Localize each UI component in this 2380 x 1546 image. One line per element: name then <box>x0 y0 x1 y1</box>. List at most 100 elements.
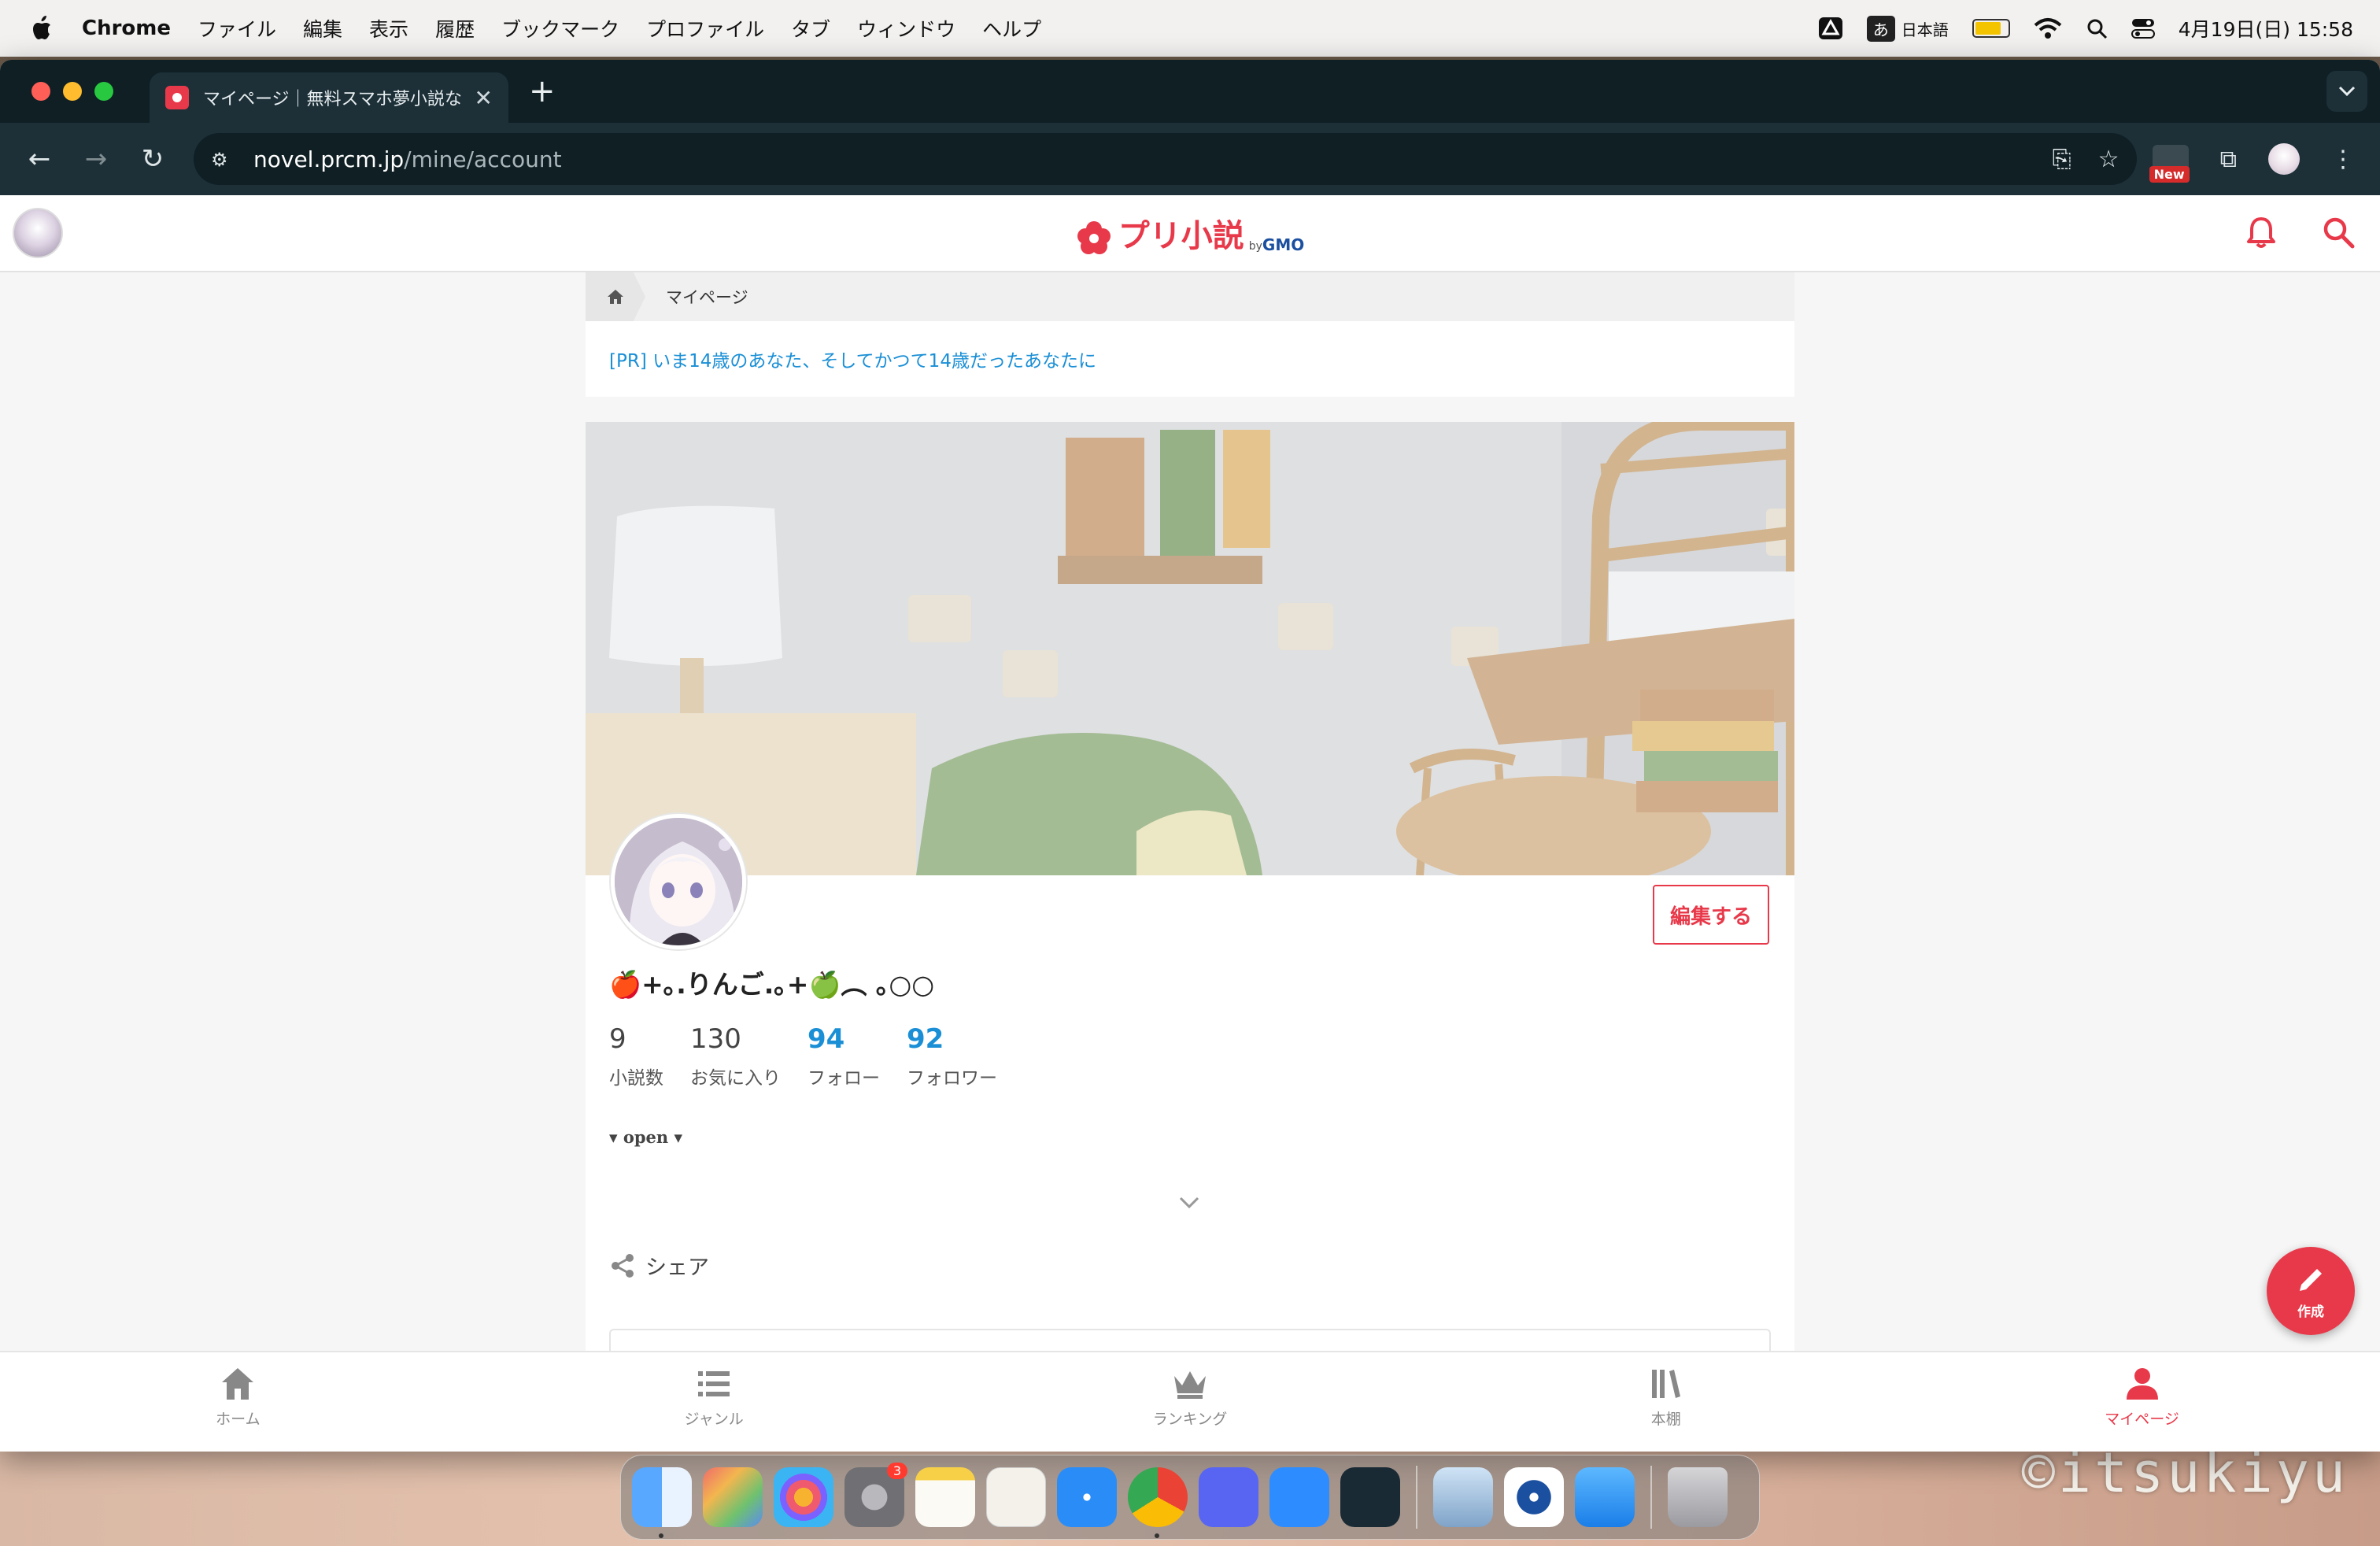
apple-menu-icon[interactable] <box>27 13 58 44</box>
ime-mode-badge: あ <box>1866 15 1895 42</box>
pencil-icon <box>2300 1268 2322 1291</box>
safari-icon[interactable] <box>1057 1467 1117 1527</box>
back-button[interactable]: ← <box>17 143 61 175</box>
share-label: シェア <box>645 1256 709 1280</box>
finder-icon[interactable] <box>632 1467 692 1538</box>
extension-new-icon[interactable]: New <box>2149 145 2190 183</box>
mail-icon[interactable] <box>1575 1467 1635 1527</box>
menu-tab[interactable]: タブ <box>791 14 830 43</box>
battery-icon[interactable] <box>1972 19 2010 38</box>
filmora-icon[interactable] <box>1340 1467 1400 1527</box>
install-app-icon[interactable]: ⎘ <box>2053 146 2071 173</box>
notification-bell-icon[interactable] <box>2243 214 2279 250</box>
address-bar[interactable]: ⚙ novel.prcm.jp/mine/account ⎘ ☆ <box>194 133 2137 185</box>
menu-help[interactable]: ヘルプ <box>982 14 1041 43</box>
macos-dock: 3 <box>620 1455 1760 1540</box>
nav-bookshelf[interactable]: 本棚 <box>1428 1352 1904 1452</box>
pr-link[interactable]: [PR] いま14歳のあなた、そしてかつて14歳だったあなたに <box>609 346 1096 372</box>
list-icon <box>698 1371 730 1396</box>
stat-following[interactable]: 94 フォロー <box>808 1023 880 1089</box>
discord-icon[interactable] <box>1199 1467 1258 1527</box>
bookshelf-icon <box>1651 1370 1680 1398</box>
breadcrumb-current: マイページ <box>666 288 748 307</box>
spotlight-search-icon[interactable] <box>2086 17 2108 39</box>
new-badge-label: New <box>2149 166 2190 183</box>
nav-mypage[interactable]: マイページ <box>1904 1352 2380 1452</box>
nav-genre[interactable]: ジャンル <box>476 1352 952 1452</box>
site-info-icon[interactable]: ⚙ <box>211 149 235 171</box>
profile-stats: 9 小説数 130 お気に入り 94 フォロー 92 フォロワー <box>609 1023 997 1089</box>
reload-button[interactable]: ↻ <box>131 143 175 175</box>
stat-followers[interactable]: 92 フォロワー <box>907 1023 997 1089</box>
browser-menu-icon[interactable]: ⋮ <box>2331 146 2355 173</box>
app-icon[interactable] <box>1504 1467 1564 1527</box>
preview-icon[interactable] <box>1433 1467 1493 1527</box>
expand-chevron-icon[interactable] <box>1177 1190 1201 1214</box>
nav-home[interactable]: ホーム <box>0 1352 476 1452</box>
browser-toolbar: ← → ↻ ⚙ novel.prcm.jp/mine/account ⎘ ☆ N… <box>0 123 2380 195</box>
tab-mypage[interactable]: マイページ｜無料スマホ夢小説な ✕ <box>150 72 508 123</box>
stat-following-label: フォロー <box>808 1068 880 1089</box>
forward-button[interactable]: → <box>74 143 118 175</box>
caret-down-icon: ▾ <box>609 1127 618 1147</box>
stat-novels-label: 小説数 <box>609 1068 663 1089</box>
search-icon[interactable] <box>2320 214 2356 250</box>
input-method-indicator[interactable]: あ 日本語 <box>1866 15 1949 42</box>
zoom-window-button[interactable] <box>94 82 113 101</box>
anime-avatar-illustration <box>615 818 742 945</box>
menu-edit[interactable]: 編集 <box>303 14 342 43</box>
url-host: novel.prcm.jp <box>253 146 405 172</box>
chrome-icon[interactable] <box>1128 1467 1188 1538</box>
header-avatar[interactable] <box>13 208 63 258</box>
home-icon <box>222 1368 254 1400</box>
extensions-puzzle-icon[interactable]: ⧉ <box>2220 146 2237 173</box>
share-button[interactable]: シェア <box>609 1250 709 1281</box>
breadcrumb-home[interactable] <box>586 272 645 321</box>
stat-favorites-count: 130 <box>690 1023 741 1055</box>
zoom-icon[interactable] <box>1269 1467 1329 1527</box>
ime-label: 日本語 <box>1901 20 1949 39</box>
photos-icon[interactable] <box>774 1467 833 1527</box>
profile-avatar[interactable] <box>611 814 746 949</box>
url-path: /mine/account <box>404 146 562 172</box>
tab-search-button[interactable] <box>2326 71 2367 112</box>
menubar-clock[interactable]: 4月19日(日) 15:58 <box>2179 14 2353 43</box>
wifi-icon[interactable] <box>2034 17 2062 39</box>
tab-title: マイページ｜無料スマホ夢小説な <box>203 90 462 109</box>
create-fab-button[interactable]: 作成 <box>2267 1247 2355 1335</box>
stat-favorites-label: お気に入り <box>690 1068 781 1089</box>
menu-view[interactable]: 表示 <box>369 14 408 43</box>
room-illustration <box>586 422 1794 875</box>
menu-history[interactable]: 履歴 <box>435 14 475 43</box>
minimize-window-button[interactable] <box>63 82 82 101</box>
menu-window[interactable]: ウィンドウ <box>857 14 955 43</box>
dock-separator <box>1650 1466 1652 1529</box>
window-controls <box>31 82 113 101</box>
menubar-status-area: あ 日本語 4月19日(日) 15:58 <box>1818 14 2353 43</box>
system-settings-icon[interactable]: 3 <box>844 1463 907 1527</box>
bio-open-toggle[interactable]: ▾ open ▾ <box>609 1127 682 1147</box>
trash-icon[interactable] <box>1668 1467 1728 1527</box>
browser-profile-avatar[interactable] <box>2268 143 2300 175</box>
open-toggle-label: open <box>623 1127 669 1147</box>
stat-novels[interactable]: 9 小説数 <box>609 1023 663 1089</box>
bookmark-star-icon[interactable]: ☆ <box>2098 146 2119 173</box>
browser-window: マイページ｜無料スマホ夢小説な ✕ + ← → ↻ ⚙ novel.prcm.j… <box>0 60 2380 1452</box>
prcm-logo[interactable]: プリ小説 by GMO <box>1076 210 1304 256</box>
drive-icon[interactable] <box>1818 17 1843 40</box>
control-center-icon[interactable] <box>2131 17 2155 39</box>
nav-ranking-label: ランキング <box>1152 1411 1228 1428</box>
stat-favorites[interactable]: 130 お気に入り <box>690 1023 781 1089</box>
close-window-button[interactable] <box>31 82 50 101</box>
menu-profiles[interactable]: プロファイル <box>646 14 764 43</box>
nav-ranking[interactable]: ランキング <box>952 1352 1428 1452</box>
launchpad-icon[interactable] <box>703 1467 763 1527</box>
new-tab-button[interactable]: + <box>529 76 556 107</box>
notes-icon[interactable] <box>915 1467 975 1527</box>
textedit-icon[interactable] <box>986 1467 1046 1527</box>
menu-bookmarks[interactable]: ブックマーク <box>501 14 619 43</box>
edit-profile-button[interactable]: 編集する <box>1653 885 1769 945</box>
menu-file[interactable]: ファイル <box>198 14 276 43</box>
close-tab-icon[interactable]: ✕ <box>475 85 493 111</box>
menu-app-name[interactable]: Chrome <box>82 17 171 40</box>
